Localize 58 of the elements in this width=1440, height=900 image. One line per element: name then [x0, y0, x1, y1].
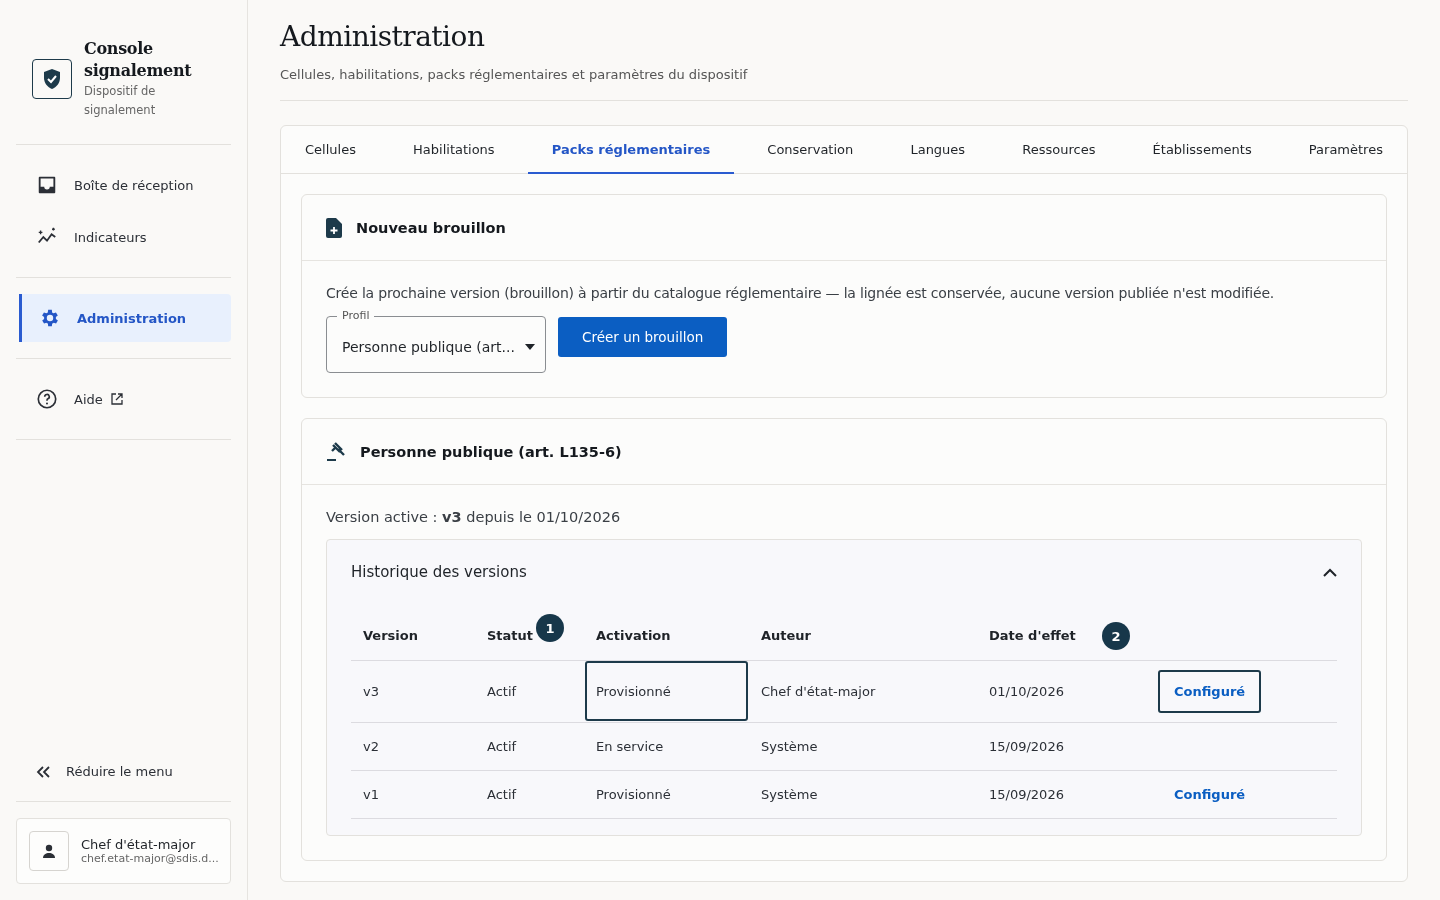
- app-subtitle: Dispositif de signalement: [84, 83, 157, 119]
- nav-item[interactable]: Indicateurs: [16, 213, 231, 261]
- table-cell: v1: [351, 770, 475, 818]
- tab[interactable]: Conservation: [743, 126, 878, 174]
- tab[interactable]: Langues: [886, 126, 990, 174]
- tab[interactable]: Cellules: [281, 126, 380, 174]
- page-title: Administration: [280, 20, 486, 53]
- file-plus-icon: [326, 217, 342, 238]
- double-chevron-left-icon: [36, 764, 52, 779]
- user-email: chef.etat-major@sdis.d...: [81, 852, 219, 865]
- help-icon: [36, 388, 58, 410]
- table-cell: Chef d'état-major: [749, 660, 977, 722]
- table-cell: Système: [749, 770, 977, 818]
- dropdown-caret-icon: [525, 343, 535, 350]
- nav-item[interactable]: Aide: [16, 375, 231, 423]
- tab[interactable]: Packs réglementaires: [527, 126, 735, 174]
- table-cell: 15/09/2026: [977, 722, 1146, 770]
- page-subtitle: Cellules, habilitations, packs réglementaires et paramètres du dispositif: [280, 67, 1408, 101]
- table-cell: Actif: [475, 660, 584, 722]
- create-draft-button[interactable]: Créer un brouillon: [558, 317, 728, 357]
- user-name: Chef d'état-major: [81, 837, 197, 852]
- configured-link[interactable]: Configuré: [1158, 669, 1262, 713]
- table-cell: Actif: [475, 770, 584, 818]
- table-cell: 15/09/2026: [977, 770, 1146, 818]
- table-cell: Actif: [475, 722, 584, 770]
- nav-item[interactable]: Boîte de réception: [16, 161, 231, 209]
- column-header: Activation: [584, 612, 749, 660]
- draft-description: Crée la prochaine version (brouillon) à partir du catalogue réglementaire — la lignée est conservée, aucune version publiée n'est modifiée.: [326, 285, 1276, 301]
- tab[interactable]: Ressources: [998, 126, 1120, 174]
- column-header: Version: [351, 612, 475, 660]
- collapse-menu-link[interactable]: Réduire le menu: [16, 764, 231, 802]
- settings-icon: [39, 307, 61, 329]
- active-version-text: Version active : v3 depuis le 01/10/2026: [326, 509, 622, 525]
- tab[interactable]: Paramètres: [1284, 126, 1407, 174]
- table-cell: Provisionné: [584, 770, 749, 818]
- tab[interactable]: Établissements: [1128, 126, 1276, 174]
- table-cell: v3: [351, 660, 475, 722]
- user-avatar: [29, 831, 69, 871]
- configured-link[interactable]: Configuré: [1158, 786, 1262, 802]
- chevron-up-icon: [1323, 567, 1337, 577]
- inbox-icon: [36, 174, 58, 196]
- nav-item[interactable]: Administration: [19, 294, 231, 342]
- column-header: Auteur: [749, 612, 977, 660]
- card-title: Nouveau brouillon: [356, 219, 506, 236]
- tab[interactable]: Habilitations: [389, 126, 519, 174]
- profile-select[interactable]: Profil Personne publique (art...: [326, 309, 546, 373]
- table-cell: v2: [351, 722, 475, 770]
- table-cell: 01/10/2026: [977, 660, 1146, 722]
- gavel-icon: [326, 441, 346, 462]
- callout-badge: 1: [536, 614, 564, 642]
- table-cell: Provisionné: [584, 660, 749, 722]
- table-cell: En service: [584, 722, 749, 770]
- table-cell: Système: [749, 722, 977, 770]
- history-toggle[interactable]: Historique des versions: [351, 540, 1337, 604]
- shield-check-logo: [32, 59, 72, 99]
- app-title: Console signalement: [84, 38, 193, 82]
- card-title: Personne publique (art. L135-6): [360, 443, 622, 460]
- callout-badge: 2: [1102, 622, 1130, 650]
